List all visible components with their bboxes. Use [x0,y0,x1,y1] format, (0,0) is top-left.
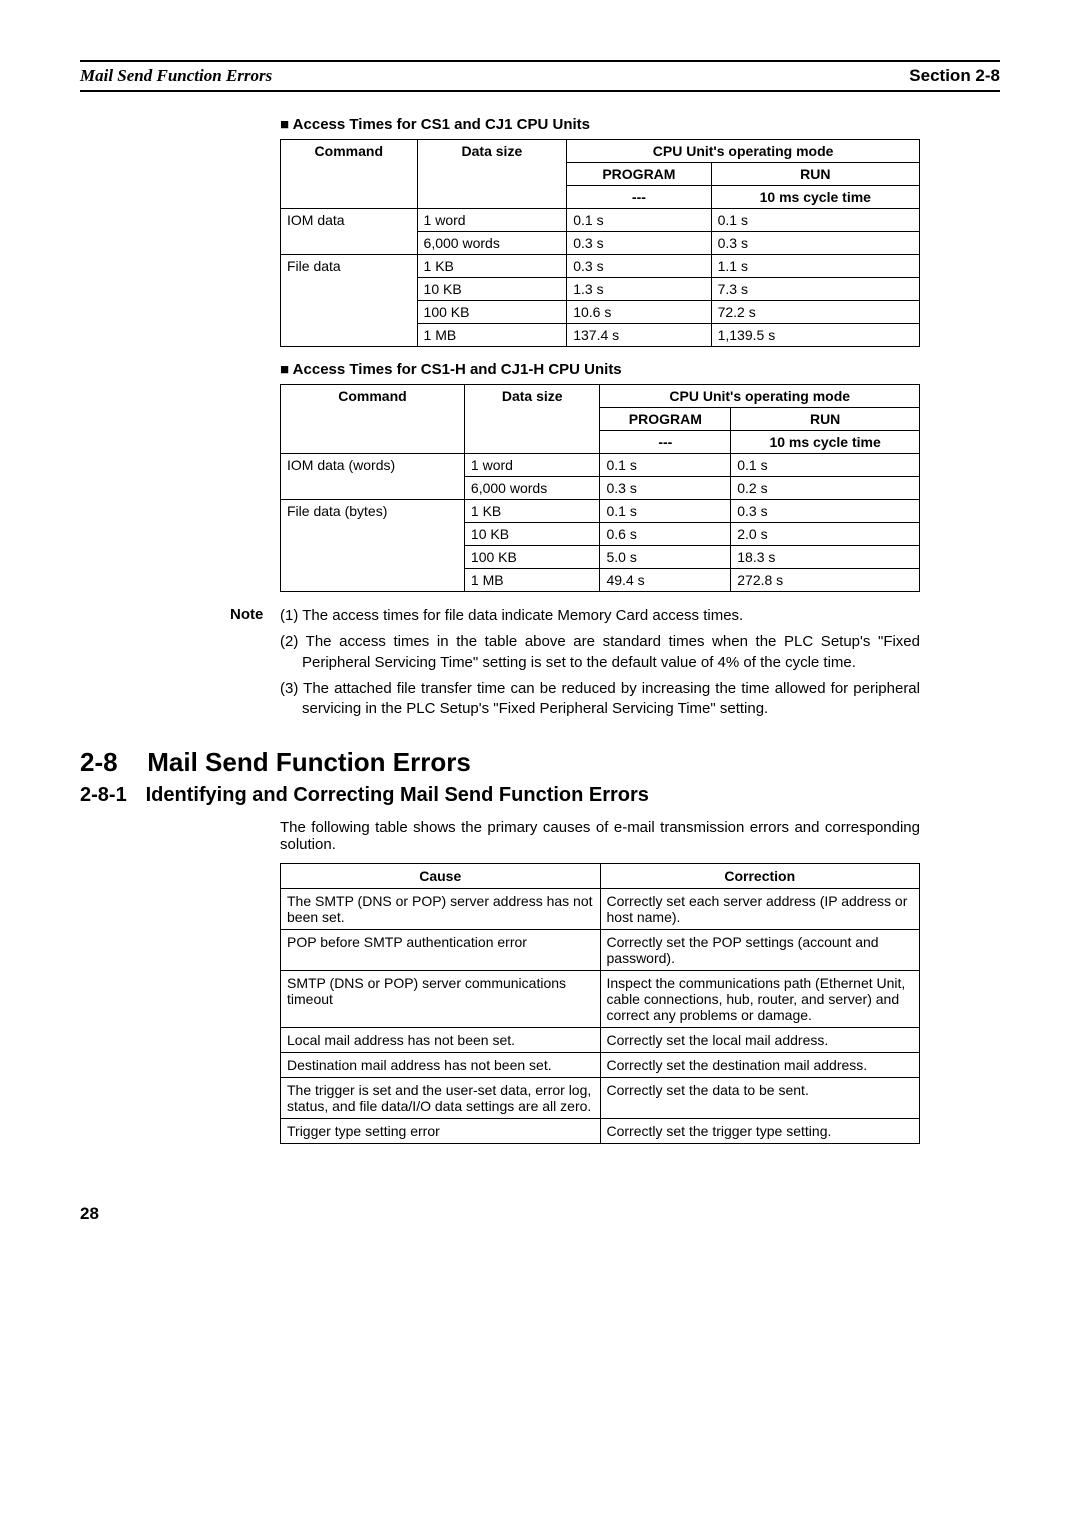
note-block: Note (1) The access times for file data … [230,606,920,725]
th-program: PROGRAM [600,408,731,431]
table1-title: Access Times for CS1 and CJ1 CPU Units [280,116,1000,133]
table-row: IOM data 1 word 0.1 s 0.1 s [281,209,920,232]
table2-title: Access Times for CS1-H and CJ1-H CPU Uni… [280,361,1000,378]
th-program: PROGRAM [567,163,711,186]
table-row: The trigger is set and the user-set data… [281,1078,920,1119]
th-run-sub: 10 ms cycle time [731,431,920,454]
th-datasize: Data size [417,140,567,209]
th-mode: CPU Unit's operating mode [567,140,920,163]
th-cause: Cause [281,864,601,889]
note-item: (2) The access times in the table above … [280,632,920,673]
table-row: Local mail address has not been set. Cor… [281,1028,920,1053]
table-row: File data 1 KB 0.3 s 1.1 s [281,255,920,278]
table-row: POP before SMTP authentication error Cor… [281,930,920,971]
table-row: SMTP (DNS or POP) server communications … [281,971,920,1028]
section-heading: 2-8 Mail Send Function Errors [80,747,1000,778]
note-label: Note [230,606,280,725]
table-row: The SMTP (DNS or POP) server address has… [281,889,920,930]
section-title-text: Mail Send Function Errors [147,747,471,777]
running-head-right: Section 2-8 [909,66,1000,86]
running-head-left: Mail Send Function Errors [80,66,272,86]
note-items: (1) The access times for file data indic… [280,606,920,725]
th-datasize: Data size [464,385,600,454]
access-times-table-2: Command Data size CPU Unit's operating m… [280,384,920,592]
note-item: (1) The access times for file data indic… [280,606,920,626]
subsection-heading: 2-8-1 Identifying and Correcting Mail Se… [80,784,1000,807]
subsection-title-text: Identifying and Correcting Mail Send Fun… [146,784,649,806]
th-program-sub: --- [600,431,731,454]
access-times-table-1: Command Data size CPU Unit's operating m… [280,139,920,347]
intro-paragraph: The following table shows the primary ca… [280,819,920,853]
page-number: 28 [80,1204,1000,1224]
note-item: (3) The attached file transfer time can … [280,679,920,720]
th-program-sub: --- [567,186,711,209]
th-run: RUN [711,163,919,186]
cause-correction-table: Cause Correction The SMTP (DNS or POP) s… [280,863,920,1144]
table-row: IOM data (words) 1 word 0.1 s 0.1 s [281,454,920,477]
section-number: 2-8 [80,747,140,778]
subsection-number: 2-8-1 [80,784,140,807]
table-row: Destination mail address has not been se… [281,1053,920,1078]
th-command: Command [281,140,418,209]
th-mode: CPU Unit's operating mode [600,385,920,408]
th-run: RUN [731,408,920,431]
table-row: File data (bytes) 1 KB 0.1 s 0.3 s [281,500,920,523]
page-header: Mail Send Function Errors Section 2-8 [80,60,1000,92]
th-run-sub: 10 ms cycle time [711,186,919,209]
table-row: Trigger type setting error Correctly set… [281,1119,920,1144]
th-correction: Correction [600,864,920,889]
th-command: Command [281,385,465,454]
